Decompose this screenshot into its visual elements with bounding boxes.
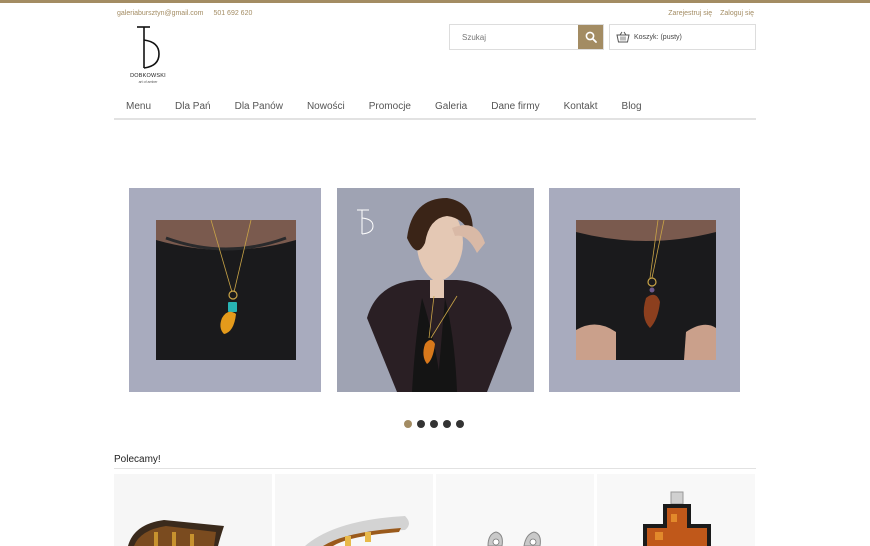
logo-tagline: art of amber: [138, 80, 158, 84]
nav-item-kontakt[interactable]: Kontakt: [552, 98, 610, 118]
account-links: Zarejestruj się Zaloguj się: [662, 10, 754, 17]
cart-button[interactable]: Koszyk: (pusty): [609, 24, 756, 50]
product-image: [597, 474, 755, 546]
carousel-slide[interactable]: [549, 188, 740, 392]
product-image: [275, 474, 433, 546]
product-card[interactable]: [597, 474, 755, 546]
product-card[interactable]: [114, 474, 272, 546]
nav-item-dane-firmy[interactable]: Dane firmy: [479, 98, 551, 118]
product-image: [436, 474, 594, 546]
main-nav: Menu Dla Pań Dla Panów Nowości Promocje …: [114, 98, 756, 120]
carousel-dot[interactable]: [430, 420, 438, 428]
product-card[interactable]: [436, 474, 594, 546]
cart-label: Koszyk:: [634, 33, 659, 41]
carousel-pagination: [404, 420, 469, 428]
nav-item-promocje[interactable]: Promocje: [357, 98, 423, 118]
logo-wordmark: DOBKOWSKI: [130, 73, 166, 79]
product-card[interactable]: [275, 474, 433, 546]
carousel-slide[interactable]: [337, 188, 534, 392]
slide-photo: [156, 219, 296, 360]
contact-info: galeriabursztyn@gmail.com 501 692 620: [117, 10, 260, 17]
search-icon: [585, 31, 597, 43]
carousel-dot[interactable]: [456, 420, 464, 428]
login-link[interactable]: Zaloguj się: [720, 10, 754, 17]
nav-item-blog[interactable]: Blog: [610, 98, 654, 118]
carousel-dot[interactable]: [443, 420, 451, 428]
top-accent-bar: [0, 0, 870, 3]
contact-email[interactable]: galeriabursztyn@gmail.com: [117, 10, 203, 17]
product-image: [114, 474, 272, 546]
cart-status: (pusty): [660, 33, 682, 41]
search-form: [449, 24, 604, 50]
slide-photo: [576, 219, 716, 360]
search-input[interactable]: [450, 25, 579, 49]
nav-item-dla-pan[interactable]: Dla Pań: [163, 98, 223, 118]
contact-phone: 501 692 620: [213, 10, 253, 17]
carousel-slide[interactable]: [129, 188, 321, 392]
nav-item-galeria[interactable]: Galeria: [423, 98, 479, 118]
carousel-dot[interactable]: [404, 420, 412, 428]
featured-section-title: Polecamy!: [114, 454, 161, 465]
slide-photo: [337, 188, 534, 392]
search-button[interactable]: [578, 25, 603, 49]
section-divider: [114, 468, 756, 469]
nav-item-dla-panow[interactable]: Dla Panów: [223, 98, 295, 118]
nav-item-nowosci[interactable]: Nowości: [295, 98, 357, 118]
nav-item-menu[interactable]: Menu: [114, 98, 163, 118]
register-link[interactable]: Zarejestruj się: [668, 10, 712, 17]
logo-monogram-icon: [137, 26, 160, 69]
site-logo[interactable]: DOBKOWSKI art of amber: [126, 24, 170, 86]
carousel-dot[interactable]: [417, 420, 425, 428]
basket-icon: [616, 31, 630, 43]
